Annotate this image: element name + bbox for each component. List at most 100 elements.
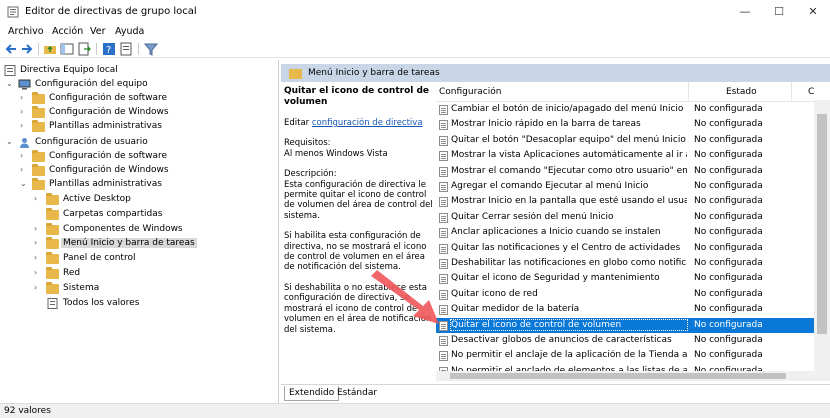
folder-icon: [46, 237, 59, 249]
menu-archivo[interactable]: Archivo: [8, 26, 44, 37]
column-separator[interactable]: [688, 82, 689, 102]
column-separator[interactable]: [791, 82, 792, 102]
chevron-right-icon[interactable]: ›: [20, 93, 30, 102]
setting-icon: [439, 243, 448, 254]
view-tabs: Extendido Estándar: [281, 384, 830, 402]
settings-list: Configuración Estado C Cambiar el botón …: [436, 82, 830, 381]
setting-state: No configurada: [694, 181, 763, 191]
setting-row[interactable]: Anclar aplicaciones a Inicio cuando se i…: [436, 225, 814, 240]
close-button[interactable]: ✕: [796, 0, 830, 24]
column-state[interactable]: Estado: [726, 87, 757, 97]
scroll-thumb[interactable]: [450, 373, 786, 379]
scroll-thumb[interactable]: [817, 114, 827, 334]
policy-icon: [4, 65, 16, 76]
setting-row[interactable]: Agregar el comando Ejecutar al menú Inic…: [436, 179, 814, 194]
folder-icon: [46, 223, 59, 235]
chevron-down-icon[interactable]: ⌄: [6, 137, 16, 146]
back-arrow-icon[interactable]: [4, 42, 18, 56]
setting-row[interactable]: Quitar las notificaciones y el Centro de…: [436, 241, 814, 256]
tree-item-label: Active Desktop: [63, 194, 131, 204]
maximize-button[interactable]: ☐: [762, 0, 796, 24]
chevron-right-icon[interactable]: ›: [34, 253, 44, 262]
help-icon[interactable]: ?: [102, 42, 116, 56]
setting-row[interactable]: Quitar el botón "Desacoplar equipo" del …: [436, 133, 814, 148]
folder-icon: [46, 267, 59, 279]
chevron-down-icon[interactable]: ⌄: [6, 79, 16, 88]
setting-state: No configurada: [694, 134, 763, 145]
setting-name: Mostrar Inicio en la pantalla que esté u…: [451, 196, 687, 207]
setting-row[interactable]: Deshabilitar las notificaciones en globo…: [436, 256, 814, 271]
minimize-button[interactable]: —: [728, 0, 762, 24]
setting-name: Quitar medidor de la batería: [451, 304, 580, 315]
setting-name: Quitar el icono de Seguridad y mantenimi…: [451, 273, 660, 284]
computer-icon: [18, 79, 31, 90]
setting-row[interactable]: Mostrar Inicio rápido en la barra de tar…: [436, 117, 814, 132]
up-folder-icon[interactable]: [43, 42, 57, 56]
setting-state: No configurada: [694, 165, 763, 176]
folder-icon: [32, 178, 45, 190]
setting-icon: [439, 197, 448, 208]
properties-icon[interactable]: [119, 42, 133, 56]
requirements: Requisitos: Al menos Windows Vista: [284, 138, 434, 159]
chevron-right-icon[interactable]: ›: [34, 283, 44, 292]
chevron-right-icon[interactable]: ›: [20, 151, 30, 160]
all-settings-icon: [47, 298, 58, 309]
tree-item-label: Carpetas compartidas: [63, 209, 163, 219]
show-hide-tree-icon[interactable]: [60, 42, 74, 56]
chevron-right-icon[interactable]: ›: [34, 238, 44, 247]
chevron-right-icon[interactable]: ›: [20, 121, 30, 130]
tree-item-label: Todos los valores: [63, 298, 140, 308]
setting-row[interactable]: Quitar Cerrar sesión del menú Inicio No c…: [436, 210, 814, 225]
setting-row[interactable]: Mostrar la vista Aplicaciones automática…: [436, 148, 814, 163]
tree-item-label: Red: [63, 268, 81, 278]
column-setting[interactable]: Configuración: [439, 87, 501, 97]
tree-item-label: Plantillas administrativas: [49, 179, 162, 189]
list-header: Configuración Estado C: [436, 82, 830, 102]
chevron-right-icon[interactable]: ›: [20, 165, 30, 174]
setting-icon: [439, 151, 448, 162]
setting-row[interactable]: Quitar icono de red No configurada: [436, 287, 814, 302]
forward-arrow-icon[interactable]: [20, 42, 34, 56]
status-text: 92 valores: [4, 406, 51, 416]
setting-row[interactable]: Cambiar el botón de inicio/apagado del m…: [436, 102, 814, 117]
setting-state: No configurada: [694, 104, 763, 114]
tab-extended[interactable]: Extendido: [284, 386, 340, 401]
folder-icon: [46, 193, 59, 205]
setting-row[interactable]: Quitar el icono de Seguridad y mantenimi…: [436, 271, 814, 286]
setting-icon: [439, 212, 448, 223]
setting-state: No configurada: [694, 258, 763, 268]
setting-name: Agregar el comando Ejecutar al menú Inic…: [451, 181, 649, 191]
toolbar: ?: [0, 40, 830, 58]
setting-state: No configurada: [694, 227, 763, 238]
folder-icon: [46, 282, 59, 294]
chevron-right-icon[interactable]: ›: [34, 268, 44, 277]
menu-ver[interactable]: Ver: [90, 26, 106, 37]
setting-name: Deshabilitar las notificaciones en globo…: [451, 258, 687, 268]
chevron-right-icon[interactable]: ›: [34, 224, 44, 233]
requirements-label: Requisitos:: [284, 138, 331, 149]
setting-row[interactable]: Mostrar el comando "Ejecutar como otro u…: [436, 164, 814, 179]
edit-policy-link[interactable]: configuración de directiva: [312, 118, 423, 128]
setting-name: Quitar el botón "Desacoplar equipo" del …: [451, 134, 686, 145]
menu-accion[interactable]: Acción: [52, 26, 83, 37]
chevron-right-icon[interactable]: ›: [34, 194, 44, 203]
setting-row-selected[interactable]: Quitar el icono de control de volumen No …: [436, 317, 814, 333]
folder-icon: [46, 252, 59, 264]
filter-icon[interactable]: [144, 42, 158, 56]
setting-row[interactable]: Mostrar Inicio en la pantalla que esté u…: [436, 194, 814, 209]
horizontal-scrollbar[interactable]: [436, 371, 830, 381]
vertical-scrollbar[interactable]: [814, 100, 830, 371]
tab-standard[interactable]: Estándar: [333, 386, 381, 401]
setting-row[interactable]: Quitar medidor de la batería No configura…: [436, 302, 814, 317]
setting-row[interactable]: Desactivar globos de anuncios de caracte…: [436, 333, 814, 348]
setting-heading: Quitar el icono de control de volumen: [284, 86, 430, 107]
chevron-right-icon[interactable]: ›: [20, 107, 30, 116]
setting-state: No configurada: [694, 242, 763, 253]
column-comment[interactable]: C: [808, 87, 814, 97]
section-header: Menú Inicio y barra de tareas: [281, 64, 830, 82]
setting-row[interactable]: No permitir el anclaje de la aplicación …: [436, 348, 814, 363]
menu-ayuda[interactable]: Ayuda: [115, 26, 144, 37]
chevron-down-icon[interactable]: ⌄: [20, 179, 30, 188]
export-list-icon[interactable]: [77, 42, 91, 56]
description-panel: Quitar el icono de control de volumen Ed…: [284, 86, 434, 381]
